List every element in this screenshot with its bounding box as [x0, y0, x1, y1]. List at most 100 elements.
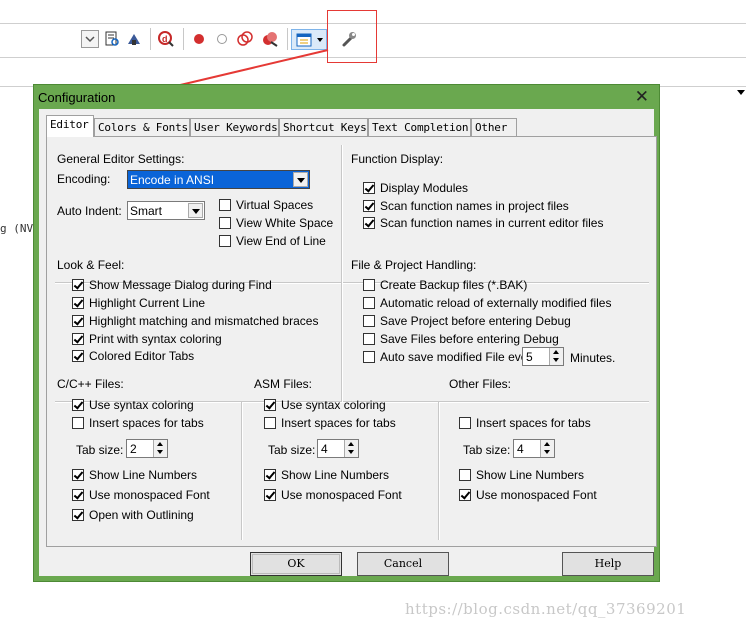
display-modules-checkbox[interactable]	[363, 182, 375, 194]
asm-tab-size-label: Tab size:	[268, 443, 316, 457]
asm-insert-spaces-label: Insert spaces for tabs	[281, 416, 396, 430]
virtual-spaces-checkbox[interactable]	[219, 199, 231, 211]
general-settings-heading: General Editor Settings:	[57, 152, 185, 166]
other-monospaced-checkbox[interactable]	[459, 489, 471, 501]
view-white-space-checkbox[interactable]	[219, 217, 231, 229]
auto-save-spinner[interactable]: 5	[522, 347, 564, 366]
asm-files-heading: ASM Files:	[254, 377, 313, 391]
auto-indent-value: Smart	[130, 204, 163, 218]
c-monospaced-label: Use monospaced Font	[89, 488, 210, 502]
c-insert-spaces-checkbox[interactable]	[72, 417, 84, 429]
auto-indent-select[interactable]: Smart	[127, 201, 205, 220]
display-modules-label: Display Modules	[380, 181, 469, 195]
look-feel-checkbox[interactable]	[72, 333, 84, 345]
chevron-down-icon	[293, 172, 308, 187]
look-feel-checkbox[interactable]	[72, 279, 84, 291]
other-tab-size-value: 4	[517, 442, 524, 456]
tab-user-keywords[interactable]: User Keywords	[190, 118, 279, 136]
auto-save-label: Auto save modified File every	[380, 350, 538, 364]
spin-up-icon[interactable]	[544, 442, 550, 446]
spin-up-icon[interactable]	[348, 442, 354, 446]
view-white-space-label: View White Space	[236, 216, 334, 230]
other-tab-size-label: Tab size:	[463, 443, 511, 457]
auto-save-checkbox[interactable]	[363, 351, 375, 363]
auto-indent-label: Auto Indent:	[57, 204, 122, 218]
file-project-checkbox[interactable]	[363, 315, 375, 327]
auto-save-value: 5	[526, 350, 533, 364]
other-files-heading: Other Files:	[449, 377, 512, 391]
asm-monospaced-label: Use monospaced Font	[281, 488, 402, 502]
asm-show-line-numbers-label: Show Line Numbers	[281, 468, 390, 482]
c-files-heading: C/C++ Files:	[57, 377, 124, 391]
spin-down-icon[interactable]	[553, 358, 559, 362]
look-feel-label: Print with syntax coloring	[89, 332, 222, 346]
divider	[241, 402, 243, 540]
asm-tab-size-spinner[interactable]: 4	[317, 439, 359, 458]
other-tab-size-spinner[interactable]: 4	[513, 439, 555, 458]
c-tab-size-value: 2	[130, 442, 137, 456]
function-display-heading: Function Display:	[351, 152, 444, 166]
c-use-syntax-checkbox[interactable]	[72, 399, 84, 411]
ok-button[interactable]: OK	[250, 552, 342, 576]
c-outlining-label: Open with Outlining	[89, 508, 194, 522]
c-use-syntax-label: Use syntax coloring	[89, 398, 194, 412]
c-tab-size-label: Tab size:	[76, 443, 124, 457]
encoding-label: Encoding:	[57, 172, 111, 186]
look-feel-checkbox[interactable]	[72, 315, 84, 327]
cancel-label: Cancel	[383, 557, 423, 570]
asm-monospaced-checkbox[interactable]	[264, 489, 276, 501]
c-show-line-numbers-checkbox[interactable]	[72, 469, 84, 481]
file-project-checkbox[interactable]	[363, 333, 375, 345]
file-project-checkbox[interactable]	[363, 297, 375, 309]
tab-text-completion[interactable]: Text Completion	[368, 118, 471, 136]
tab-shortcut-keys[interactable]: Shortcut Keys	[279, 118, 368, 136]
other-insert-spaces-checkbox[interactable]	[459, 417, 471, 429]
close-icon[interactable]: ✕	[635, 87, 649, 107]
asm-show-line-numbers-checkbox[interactable]	[264, 469, 276, 481]
dialog-client: Editor Colors & Fonts User Keywords Shor…	[39, 109, 657, 576]
spin-up-icon[interactable]	[157, 442, 163, 446]
scan-current-checkbox[interactable]	[363, 217, 375, 229]
help-label: Help	[594, 557, 622, 570]
file-project-heading: File & Project Handling:	[351, 258, 477, 272]
tab-other[interactable]: Other	[471, 118, 517, 136]
c-monospaced-checkbox[interactable]	[72, 489, 84, 501]
scroll-down-icon[interactable]	[737, 90, 745, 95]
asm-tab-size-value: 4	[321, 442, 328, 456]
asm-insert-spaces-checkbox[interactable]	[264, 417, 276, 429]
asm-use-syntax-checkbox[interactable]	[264, 399, 276, 411]
help-button[interactable]: Help	[562, 552, 654, 576]
other-show-line-numbers-label: Show Line Numbers	[476, 468, 585, 482]
tab-colors-fonts[interactable]: Colors & Fonts	[94, 118, 190, 136]
other-show-line-numbers-checkbox[interactable]	[459, 469, 471, 481]
look-feel-checkbox[interactable]	[72, 297, 84, 309]
spin-down-icon[interactable]	[157, 450, 163, 454]
scan-project-checkbox[interactable]	[363, 200, 375, 212]
encoding-value: Encode in ANSI	[130, 173, 215, 187]
look-feel-label: Highlight matching and mismatched braces	[89, 314, 319, 328]
spin-up-icon[interactable]	[553, 350, 559, 354]
view-end-of-line-checkbox[interactable]	[219, 235, 231, 247]
look-feel-label: Colored Editor Tabs	[89, 349, 195, 363]
c-insert-spaces-label: Insert spaces for tabs	[89, 416, 204, 430]
look-feel-label: Show Message Dialog during Find	[89, 278, 272, 292]
file-project-label: Create Backup files (*.BAK)	[380, 278, 528, 292]
virtual-spaces-label: Virtual Spaces	[236, 198, 314, 212]
other-monospaced-label: Use monospaced Font	[476, 488, 597, 502]
chevron-down-icon	[188, 203, 203, 218]
divider	[438, 402, 440, 540]
cancel-button[interactable]: Cancel	[357, 552, 449, 576]
c-outlining-checkbox[interactable]	[72, 509, 84, 521]
other-insert-spaces-label: Insert spaces for tabs	[476, 416, 591, 430]
look-feel-checkbox[interactable]	[72, 350, 84, 362]
tab-editor[interactable]: Editor	[46, 115, 94, 137]
file-project-label: Save Project before entering Debug	[380, 314, 571, 328]
file-project-checkbox[interactable]	[363, 279, 375, 291]
spin-down-icon[interactable]	[544, 450, 550, 454]
spin-down-icon[interactable]	[348, 450, 354, 454]
asm-use-syntax-label: Use syntax coloring	[281, 398, 386, 412]
look-feel-heading: Look & Feel:	[57, 258, 125, 272]
encoding-select[interactable]: Encode in ANSI	[127, 170, 310, 189]
c-tab-size-spinner[interactable]: 2	[126, 439, 168, 458]
editor-tab-panel: General Editor Settings: Encoding: Encod…	[46, 136, 657, 547]
